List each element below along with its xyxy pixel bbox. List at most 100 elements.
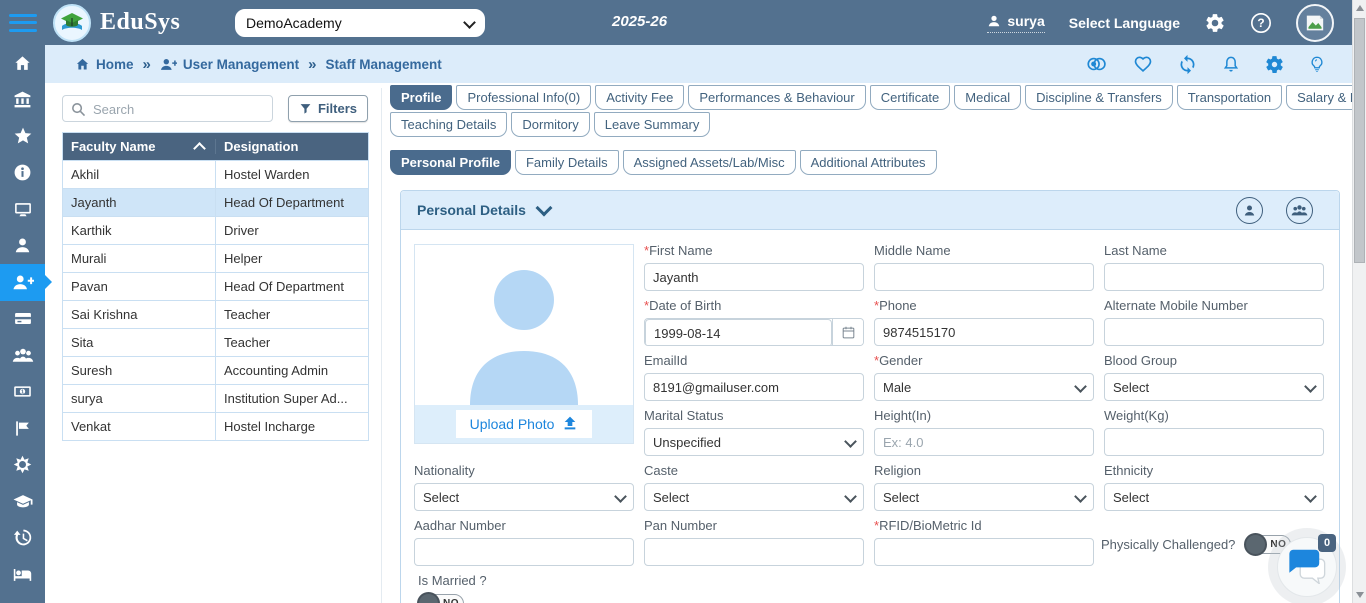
table-row[interactable]: Murali Helper	[63, 244, 368, 272]
breadcrumb-home[interactable]: Home	[75, 57, 134, 72]
vertical-scrollbar[interactable]	[1352, 0, 1366, 603]
avatar[interactable]	[1296, 3, 1334, 42]
subtab-additional-attributes[interactable]: Additional Attributes	[799, 150, 937, 175]
scrollbar-thumb[interactable]	[1354, 18, 1365, 263]
tab-leave-summary[interactable]: Leave Summary	[593, 112, 711, 137]
upload-photo-button[interactable]: Upload Photo	[455, 410, 593, 438]
sidebar-item-home[interactable]	[0, 45, 45, 82]
table-row[interactable]: surya Institution Super Ad...	[63, 384, 368, 412]
sidebar-item-institution[interactable]	[0, 82, 45, 119]
caste-select[interactable]: Select	[644, 483, 864, 511]
nationality-select[interactable]: Select	[414, 483, 634, 511]
sidebar-item-kiosk[interactable]	[0, 191, 45, 228]
filters-button[interactable]: Filters	[287, 95, 368, 122]
tab-performances-behaviour[interactable]: Performances & Behaviour	[688, 85, 866, 110]
phone-input[interactable]	[874, 318, 1094, 346]
sidebar-item-history[interactable]	[0, 520, 45, 557]
sidebar-item-reports[interactable]	[0, 410, 45, 447]
sidebar-item-hostel[interactable]	[0, 556, 45, 593]
sidebar-item-profile[interactable]	[0, 228, 45, 265]
table-row-selected[interactable]: Jayanth Head Of Department	[63, 188, 368, 216]
tab-dormitory[interactable]: Dormitory	[511, 112, 590, 137]
sort-asc-icon	[193, 141, 206, 155]
tab-certificate[interactable]: Certificate	[869, 85, 951, 110]
religion-select[interactable]: Select	[874, 483, 1094, 511]
designation-cell: Hostel Warden	[224, 167, 310, 182]
sidebar-item-favorites[interactable]	[0, 118, 45, 155]
tab-teaching-details[interactable]: Teaching Details	[390, 112, 508, 137]
person-silhouette	[470, 270, 578, 405]
weight-input[interactable]	[1104, 428, 1324, 456]
alternate-mobile-input[interactable]	[1104, 318, 1324, 346]
sidebar-item-transport[interactable]	[0, 593, 45, 603]
table-row[interactable]: Karthik Driver	[63, 216, 368, 244]
toggle-icon[interactable]	[1085, 54, 1109, 74]
tab-activity-fee[interactable]: Activity Fee	[595, 85, 685, 110]
faculty-table: Faculty Name Designation Akhil Hostel War…	[62, 132, 369, 441]
aadhar-input[interactable]	[414, 538, 634, 566]
sidebar-item-finance[interactable]: 1	[0, 374, 45, 411]
breadcrumb-staff-management[interactable]: Staff Management	[326, 57, 442, 72]
gender-select[interactable]: Male	[874, 373, 1094, 401]
tab-discipline-transfers[interactable]: Discipline & Transfers	[1025, 85, 1173, 110]
sidebar-item-user-management[interactable]	[0, 264, 52, 301]
first-name-input[interactable]	[644, 263, 864, 291]
chat-button[interactable]	[1288, 548, 1326, 584]
date-of-birth-input[interactable]	[645, 319, 832, 345]
tab-transportation[interactable]: Transportation	[1176, 85, 1283, 110]
breadcrumb-user-management[interactable]: User Management	[160, 57, 299, 72]
subtab-assigned-assets[interactable]: Assigned Assets/Lab/Misc	[622, 150, 796, 175]
sidebar-item-groups[interactable]	[0, 337, 45, 374]
pan-input[interactable]	[644, 538, 864, 566]
select-language-button[interactable]: Select Language	[1069, 15, 1180, 31]
field-is-married: Is Married ? NO	[417, 573, 638, 603]
subtab-personal-profile[interactable]: Personal Profile	[390, 150, 511, 175]
sidebar-item-academics[interactable]	[0, 483, 45, 520]
table-row[interactable]: Venkat Hostel Incharge	[63, 412, 368, 440]
table-row[interactable]: Pavan Head Of Department	[63, 272, 368, 300]
scroll-up-arrow[interactable]	[1356, 5, 1364, 11]
table-row[interactable]: Sai Krishna Teacher	[63, 300, 368, 328]
height-input[interactable]	[874, 428, 1094, 456]
refresh-icon[interactable]	[1177, 54, 1198, 75]
is-married-toggle[interactable]: NO	[417, 592, 464, 603]
tab-professional-info[interactable]: Professional Info(0)	[456, 85, 592, 110]
group-view-button[interactable]	[1286, 196, 1313, 224]
column-header-faculty-name[interactable]: Faculty Name	[63, 139, 216, 155]
search-input[interactable]	[91, 96, 273, 123]
ethnicity-select[interactable]: Select	[1104, 483, 1324, 511]
rfid-input[interactable]	[874, 538, 1094, 566]
lightbulb-icon[interactable]	[1308, 53, 1326, 75]
email-input[interactable]	[644, 373, 864, 401]
column-header-designation[interactable]: Designation	[216, 139, 368, 154]
help-icon[interactable]: ?	[1250, 12, 1272, 34]
single-view-button[interactable]	[1236, 196, 1263, 224]
sidebar-item-accounts[interactable]	[0, 301, 45, 338]
designation-cell: Institution Super Ad...	[224, 391, 348, 406]
sidebar-item-settings[interactable]	[0, 447, 45, 484]
scroll-down-arrow[interactable]	[1356, 592, 1364, 598]
gear-icon[interactable]	[1264, 54, 1285, 75]
marital-status-select[interactable]: Unspecified	[644, 428, 864, 456]
sidebar-item-info[interactable]	[0, 155, 45, 192]
bell-icon[interactable]	[1221, 54, 1241, 75]
blood-group-select[interactable]: Select	[1104, 373, 1324, 401]
tab-profile[interactable]: Profile	[390, 85, 453, 110]
money-icon: 1	[14, 386, 31, 397]
table-row[interactable]: Suresh Accounting Admin	[63, 356, 368, 384]
subtab-family-details[interactable]: Family Details	[514, 150, 619, 175]
table-row[interactable]: Sita Teacher	[63, 328, 368, 356]
settings-gear-icon[interactable]	[1204, 12, 1226, 34]
person-icon	[15, 238, 30, 253]
tab-medical[interactable]: Medical	[954, 85, 1022, 110]
calendar-icon[interactable]	[832, 319, 863, 345]
last-name-input[interactable]	[1104, 263, 1324, 291]
middle-name-input[interactable]	[874, 263, 1094, 291]
filter-funnel-icon	[300, 104, 311, 114]
academy-select[interactable]: DemoAcademy	[235, 9, 485, 37]
user-menu[interactable]: surya	[987, 13, 1045, 33]
chevron-down-icon[interactable]	[535, 199, 553, 217]
heart-icon[interactable]	[1132, 54, 1154, 74]
hamburger-menu-icon[interactable]	[9, 13, 37, 32]
table-row[interactable]: Akhil Hostel Warden	[63, 160, 368, 188]
